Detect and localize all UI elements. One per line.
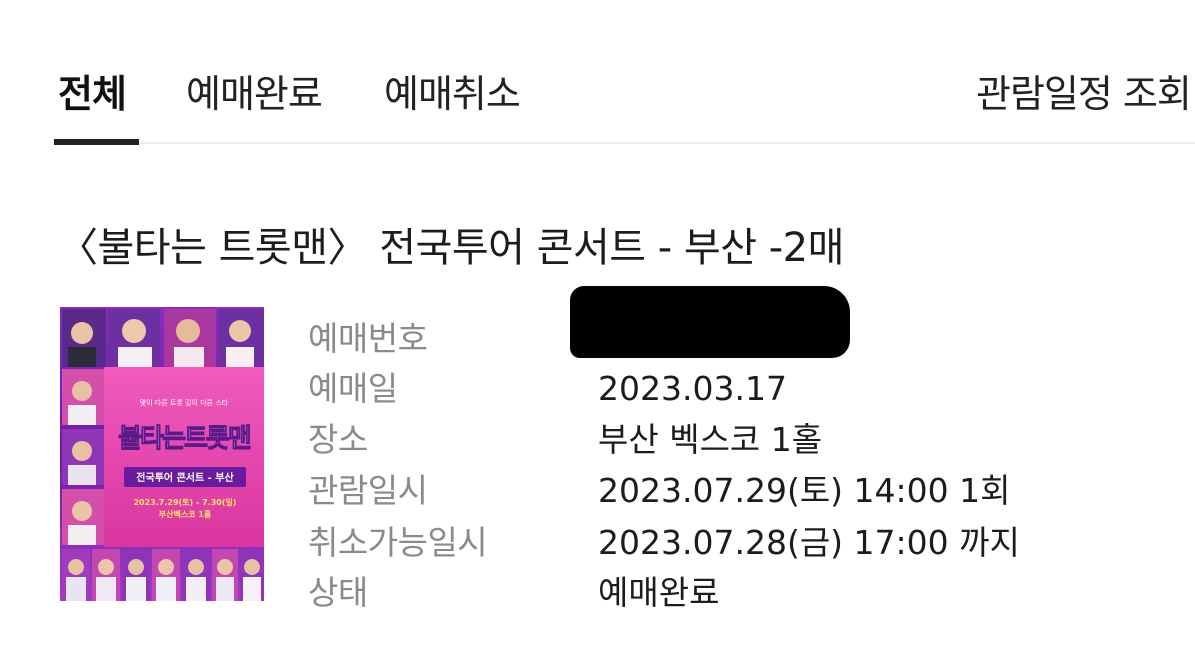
poster-image: 몇이 다른 트롯 길이 다른 스타 불타는트롯맨 전국투어 콘서트 - 부산 2… xyxy=(60,307,264,601)
booking-number-label: 예매번호 xyxy=(308,319,428,358)
cancel-deadline-label: 취소가능일시 xyxy=(308,523,488,562)
event-poster[interactable]: 몇이 다른 트롯 길이 다른 스타 불타는트롯맨 전국투어 콘서트 - 부산 2… xyxy=(60,307,264,601)
booking-tabs: 전체 예매완료 예매취소 관람일정 조회 xyxy=(0,0,1195,146)
venue-value: 부산 벡스코 1홀 xyxy=(598,420,823,459)
poster-subtitle: 전국투어 콘서트 - 부산 xyxy=(136,471,234,484)
tabs-divider xyxy=(54,142,1195,144)
show-time-label: 관람일시 xyxy=(308,471,428,510)
active-tab-indicator xyxy=(54,139,139,145)
venue-label: 장소 xyxy=(308,420,368,459)
status-value: 예매완료 xyxy=(598,573,720,612)
cancel-deadline-value: 2023.07.28(금) 17:00 까지 xyxy=(598,523,1020,562)
venue-row: 장소 부산 벡스코 1홀 xyxy=(308,415,1188,465)
poster-venue: 부산벡스코 1홀 xyxy=(159,509,212,519)
status-label: 상태 xyxy=(308,573,368,612)
poster-faces-left xyxy=(62,369,104,545)
cancel-deadline-row: 취소가능일시 2023.07.28(금) 17:00 까지 xyxy=(308,518,1188,568)
poster-tagline: 몇이 다른 트롯 길이 다른 스타 xyxy=(140,398,229,407)
status-row: 상태 예매완료 xyxy=(308,568,1188,618)
tab-completed[interactable]: 예매완료 xyxy=(186,70,323,118)
schedule-lookup-link[interactable]: 관람일정 조회 xyxy=(976,70,1192,118)
show-time-value: 2023.07.29(토) 14:00 1회 xyxy=(598,471,1011,510)
booking-date-row: 예매일 2023.03.17 xyxy=(308,364,1188,414)
tab-all[interactable]: 전체 xyxy=(58,70,127,118)
tab-cancelled[interactable]: 예매취소 xyxy=(384,70,521,118)
poster-dates: 2023.7.29(토) - 7.30(일) xyxy=(133,497,236,507)
booking-date-value: 2023.03.17 xyxy=(598,369,787,408)
poster-logo: 불타는트롯맨 xyxy=(118,424,251,454)
poster-faces-bottom xyxy=(62,549,264,601)
booking-page: 전체 예매완료 예매취소 관람일정 조회 〈불타는 트롯맨〉 전국투어 콘서트 … xyxy=(0,0,1195,649)
show-time-row: 관람일시 2023.07.29(토) 14:00 1회 xyxy=(308,466,1188,516)
order-title[interactable]: 〈불타는 트롯맨〉 전국투어 콘서트 - 부산 -2매 xyxy=(58,222,844,274)
booking-date-label: 예매일 xyxy=(308,369,398,408)
booking-number-redaction xyxy=(570,286,850,358)
